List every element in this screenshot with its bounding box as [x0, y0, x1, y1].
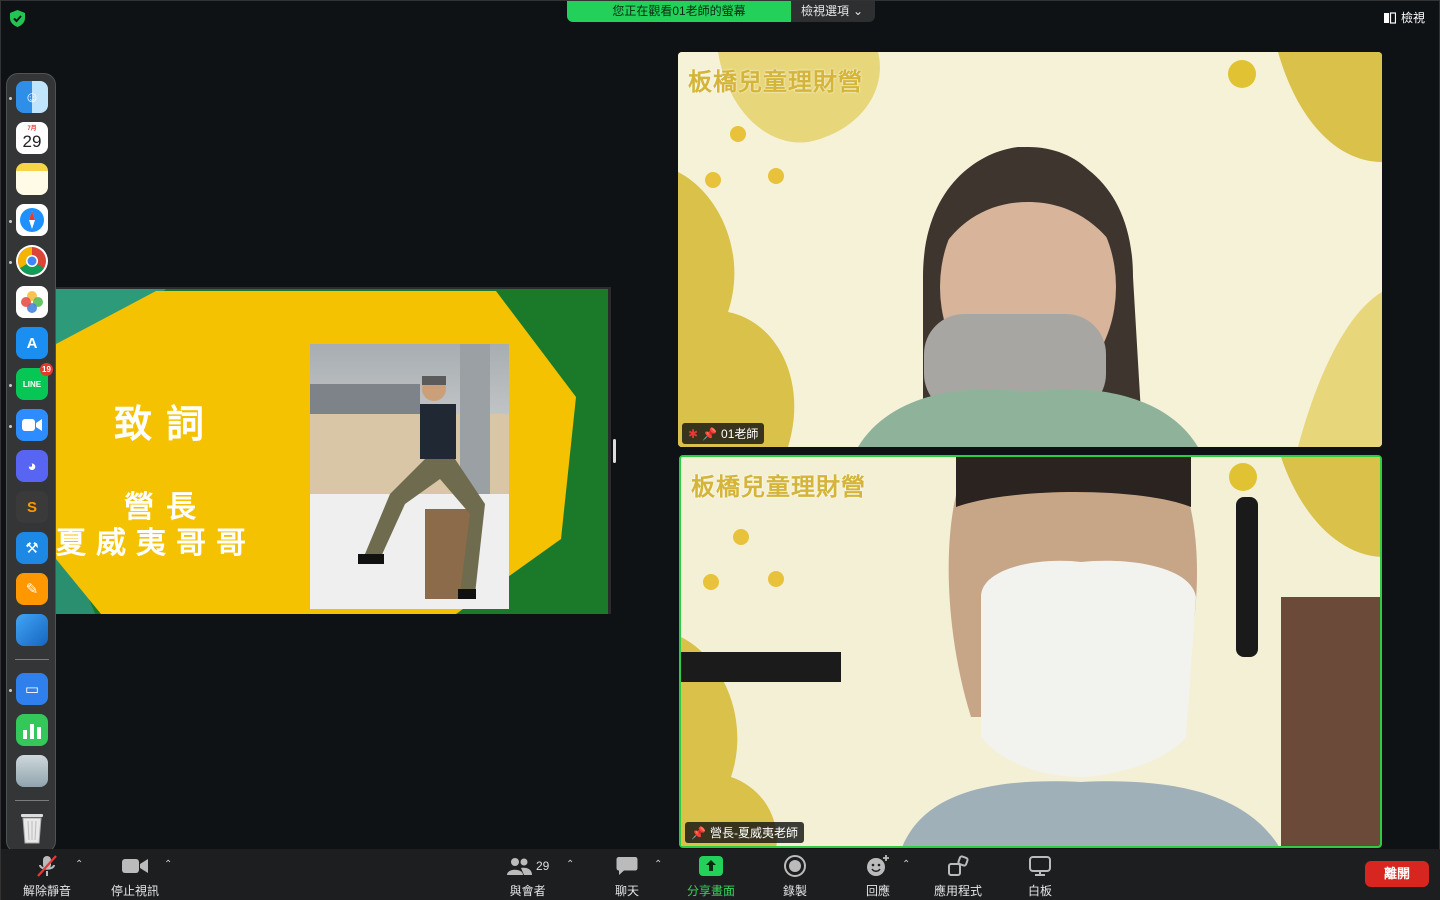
- bar-chart-icon: [23, 724, 41, 739]
- zoom-meeting-window: 您正在觀看01老師的螢幕 檢視選項 ⌄ 檢視 ☺ 7月 29 A LINE 19…: [0, 0, 1440, 900]
- whiteboard-icon: [1029, 856, 1051, 876]
- share-banner-text: 您正在觀看01老師的螢幕: [567, 1, 791, 22]
- compass-icon: [20, 208, 44, 232]
- smiley-plus-icon: [867, 855, 889, 876]
- video-feed-01-teacher: [678, 52, 1382, 447]
- running-indicator: [9, 97, 12, 100]
- whiteboard-button[interactable]: 白板: [1028, 853, 1052, 899]
- share-screen-label: 分享畫面: [687, 884, 736, 898]
- participants-count: 29: [536, 859, 550, 873]
- video-tile-01-teacher[interactable]: 板橋兒童理財營 ✱ 📌 01老師: [678, 52, 1382, 447]
- meeting-toolbar: 解除靜音 ⌃ 停止視訊 ⌃ 29 與會者 ⌃ 聊天 ⌃ 分享畫面 錄製 回應 ⌃…: [1, 849, 1440, 900]
- record-button[interactable]: 錄製: [783, 853, 807, 899]
- chat-options-chevron-icon[interactable]: ⌃: [654, 859, 662, 870]
- chat-button[interactable]: 聊天: [615, 853, 639, 899]
- video-tile-camp-leader[interactable]: 板橋兒童理財營 📌 營長-夏威夷老師: [679, 455, 1382, 848]
- photos-icon[interactable]: [16, 286, 48, 318]
- view-options-button[interactable]: 檢視選項 ⌄: [791, 1, 875, 22]
- shared-screen-slide[interactable]: 致詞 營長 夏威夷哥哥: [56, 287, 611, 614]
- apps-icon: [948, 855, 969, 876]
- preview-icon[interactable]: [16, 755, 48, 787]
- record-icon: [784, 855, 806, 877]
- photos-flower-icon: [21, 291, 43, 313]
- trash-icon[interactable]: [16, 812, 48, 844]
- video-background-brand: 板橋兒童理財營: [691, 472, 866, 501]
- dock-separator: [15, 800, 49, 801]
- record-label: 錄製: [783, 884, 808, 898]
- zoom-icon[interactable]: [16, 409, 48, 441]
- calendar-day: 29: [22, 132, 42, 151]
- running-indicator: [9, 689, 12, 692]
- whiteboard-label: 白板: [1028, 884, 1053, 898]
- mic-muted-icon: ✱: [688, 426, 699, 441]
- pages-icon[interactable]: ✎: [16, 573, 48, 605]
- migration-icon[interactable]: [16, 614, 48, 646]
- notes-icon[interactable]: [16, 163, 48, 195]
- running-indicator: [9, 425, 12, 428]
- keynote-icon[interactable]: ▭: [16, 673, 48, 705]
- view-button[interactable]: 檢視: [1383, 9, 1425, 26]
- reactions-label: 回應: [866, 884, 891, 898]
- pin-icon: 📌: [702, 426, 718, 441]
- calendar-icon[interactable]: 7月 29: [16, 122, 48, 154]
- finder-icon[interactable]: ☺: [16, 81, 48, 113]
- video-feed-camp-leader: [681, 457, 1380, 846]
- slide-title: 致詞: [114, 401, 219, 446]
- sublime-icon[interactable]: S: [16, 491, 48, 523]
- audio-options-chevron-icon[interactable]: ⌃: [75, 859, 83, 870]
- participants-options-chevron-icon[interactable]: ⌃: [566, 859, 574, 870]
- view-layout-icon: [1383, 11, 1396, 24]
- zoom-camera-icon: [22, 419, 42, 431]
- screen-share-banner: 您正在觀看01老師的螢幕 檢視選項 ⌄: [567, 1, 875, 22]
- chrome-icon[interactable]: [16, 245, 48, 277]
- xcode-icon[interactable]: ⚒: [16, 532, 48, 564]
- stop-video-button[interactable]: 停止視訊: [111, 853, 159, 899]
- participant-name: 01老師: [721, 427, 759, 441]
- view-label: 檢視: [1400, 11, 1425, 25]
- pin-icon: 📌: [691, 825, 706, 840]
- share-screen-icon: [699, 856, 723, 876]
- chrome-logo-icon: [18, 247, 46, 275]
- share-screen-button[interactable]: 分享畫面: [687, 853, 735, 899]
- apps-button[interactable]: 應用程式: [934, 853, 982, 899]
- view-options-label: 檢視選項: [801, 4, 850, 18]
- running-indicator: [9, 220, 12, 223]
- photo-illustration: [310, 344, 509, 609]
- split-view-resize-handle[interactable]: [613, 439, 616, 463]
- participants-button[interactable]: 29 與會者: [506, 853, 549, 899]
- unmute-button[interactable]: 解除靜音: [23, 853, 71, 899]
- participant-name-tag: ✱ 📌 01老師: [682, 423, 765, 444]
- line-icon[interactable]: LINE 19: [16, 363, 53, 400]
- unmute-label: 解除靜音: [23, 884, 72, 898]
- participant-name-tag: 📌 營長-夏威夷老師: [685, 822, 804, 843]
- video-options-chevron-icon[interactable]: ⌃: [164, 859, 172, 870]
- chevron-down-icon: ⌄: [853, 4, 864, 18]
- leave-meeting-button[interactable]: 離開: [1365, 861, 1429, 887]
- mic-muted-icon: [37, 855, 57, 877]
- numbers-icon[interactable]: [16, 714, 48, 746]
- chat-label: 聊天: [615, 884, 640, 898]
- safari-icon[interactable]: [16, 204, 48, 236]
- participants-label: 與會者: [509, 884, 546, 898]
- discord-icon[interactable]: ◕: [16, 450, 48, 482]
- reactions-button[interactable]: 回應: [866, 853, 890, 899]
- video-background-brand: 板橋兒童理財營: [688, 67, 863, 96]
- participant-name: 營長-夏威夷老師: [709, 826, 798, 840]
- chat-bubble-icon: [616, 857, 638, 875]
- apps-label: 應用程式: [934, 884, 983, 898]
- running-indicator: [9, 261, 12, 264]
- line-badge: 19: [40, 363, 53, 376]
- speaker-photo: [310, 344, 509, 609]
- trash-can-icon: [21, 814, 43, 844]
- video-camera-icon: [122, 859, 148, 873]
- macos-dock: ☺ 7月 29 A LINE 19 ◕ S ⚒ ✎ ▭: [6, 73, 56, 853]
- participants-icon: [507, 858, 532, 875]
- reactions-options-chevron-icon[interactable]: ⌃: [902, 859, 910, 870]
- app-store-icon[interactable]: A: [16, 327, 48, 359]
- shield-check-icon[interactable]: [10, 10, 25, 27]
- running-indicator: [9, 384, 12, 387]
- slide-person-name: 夏威夷哥哥: [56, 526, 256, 561]
- stop-video-label: 停止視訊: [111, 884, 160, 898]
- dock-separator: [15, 659, 49, 660]
